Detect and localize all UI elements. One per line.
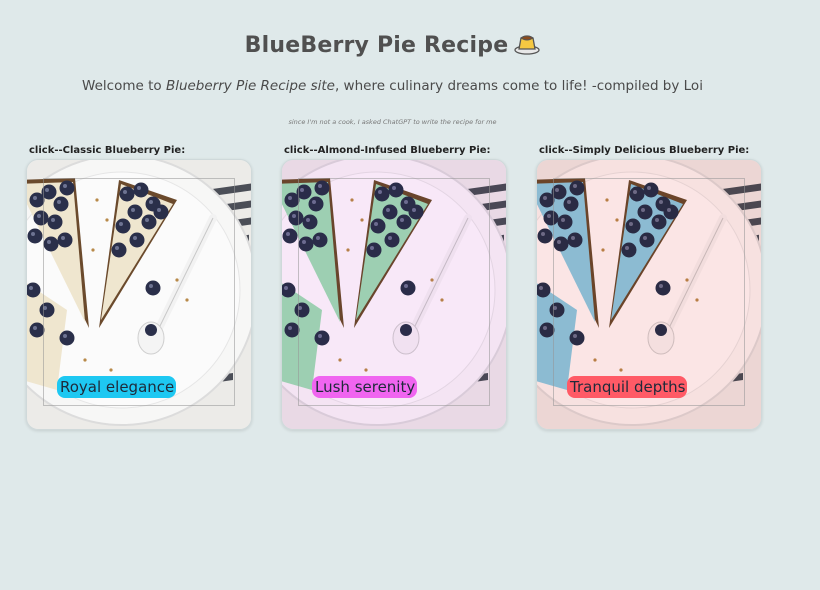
pie-image-link[interactable]: Royal elegance (26, 159, 252, 430)
disclaimer-note: since I'm not a cook, I asked ChatGPT to… (288, 118, 497, 126)
welcome-text: Welcome to Blueberry Pie Recipe site, wh… (0, 78, 785, 94)
welcome-site-name: Blueberry Pie Recipe site (165, 78, 335, 94)
recipe-card-almond: click--Almond-Infused Blueberry Pie: Lus… (281, 145, 507, 430)
recipe-card-classic: click--Classic Blueberry Pie: Royal eleg… (26, 145, 252, 430)
page-title: BlueBerry Pie Recipe (0, 31, 785, 58)
pie-image-link[interactable]: Lush serenity (281, 159, 507, 430)
style-badge: Royal elegance (57, 376, 177, 398)
card-caption: click--Classic Blueberry Pie: (29, 145, 186, 156)
style-badge: Tranquil depths (567, 376, 688, 398)
style-badge: Lush serenity (312, 376, 418, 398)
custard-pudding-icon (514, 35, 540, 55)
page-title-text: BlueBerry Pie Recipe (244, 33, 509, 58)
card-caption: click--Simply Delicious Blueberry Pie: (539, 145, 750, 156)
welcome-prefix: Welcome to (82, 78, 166, 94)
pie-image-link[interactable]: Tranquil depths (536, 159, 762, 430)
card-caption: click--Almond-Infused Blueberry Pie: (284, 145, 491, 156)
recipe-card-simple: click--Simply Delicious Blueberry Pie: T… (536, 145, 762, 430)
welcome-suffix: , where culinary dreams come to life! -c… (334, 78, 703, 94)
